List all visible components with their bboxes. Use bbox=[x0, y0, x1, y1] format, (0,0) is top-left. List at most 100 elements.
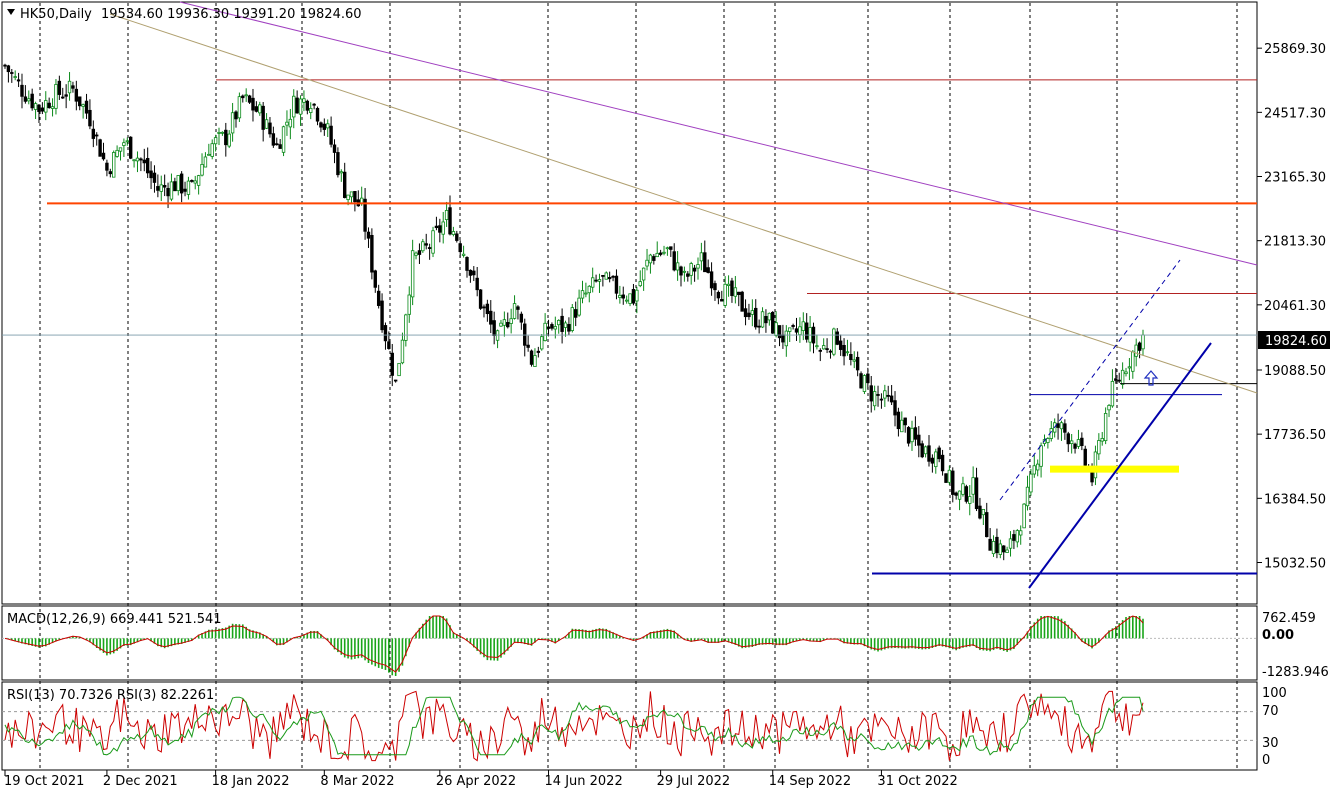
candle-body bbox=[404, 314, 408, 341]
candle-body bbox=[743, 308, 748, 318]
candle-body bbox=[509, 318, 513, 324]
candle-body bbox=[526, 344, 530, 348]
candle-body bbox=[74, 88, 79, 102]
candle-body bbox=[1137, 342, 1142, 351]
candle-body bbox=[261, 105, 265, 130]
candle-body bbox=[516, 306, 520, 310]
candle-body bbox=[339, 171, 344, 174]
candle-body bbox=[624, 299, 629, 302]
rsi-tick-100: 100 bbox=[1262, 686, 1287, 701]
candle-body bbox=[821, 345, 826, 350]
candle-body bbox=[906, 427, 911, 444]
candle-body bbox=[472, 270, 476, 276]
candle-body bbox=[407, 294, 411, 315]
candle-body bbox=[940, 454, 945, 472]
candle-body bbox=[536, 350, 541, 353]
candle-body bbox=[50, 106, 55, 109]
candle-body bbox=[298, 98, 303, 115]
candle-body bbox=[319, 122, 323, 128]
candle-body bbox=[390, 352, 394, 376]
price-chart[interactable]: 25869.30 24517.30 23165.30 21813.30 20461.30… bbox=[0, 0, 1337, 795]
candle-body bbox=[1019, 530, 1023, 536]
candle-body bbox=[54, 84, 58, 109]
candle-body bbox=[529, 350, 534, 365]
candle-body bbox=[1083, 448, 1087, 466]
candle-body bbox=[1022, 503, 1026, 529]
y-tick-label: 16384.50 bbox=[1264, 492, 1326, 507]
candle-body bbox=[1110, 381, 1115, 407]
candle-body bbox=[638, 281, 642, 287]
y-tick-label: 25869.30 bbox=[1264, 42, 1326, 57]
candle-body bbox=[1080, 437, 1084, 446]
candle-body bbox=[346, 194, 350, 201]
candle-body bbox=[862, 375, 867, 392]
y-tick-label: 23165.30 bbox=[1264, 171, 1326, 186]
candle-body bbox=[628, 293, 632, 304]
candle-body bbox=[590, 277, 595, 288]
candle-body bbox=[186, 180, 191, 195]
candle-body bbox=[224, 129, 228, 146]
macd-tick-top: 762.459 bbox=[1262, 611, 1316, 626]
candle-body bbox=[546, 326, 551, 329]
candle-body bbox=[397, 362, 401, 377]
candle-body bbox=[91, 128, 96, 139]
candle-body bbox=[512, 303, 517, 319]
candle-body bbox=[230, 112, 235, 134]
candle-body bbox=[733, 287, 738, 297]
candle-body bbox=[818, 349, 822, 352]
candle-body bbox=[292, 95, 296, 118]
symbol-label: HK50,Daily bbox=[20, 7, 92, 22]
candle-body bbox=[30, 93, 34, 109]
candle-body bbox=[777, 325, 782, 339]
candle-body bbox=[618, 294, 622, 298]
y-tick-label: 24517.30 bbox=[1264, 106, 1326, 121]
candle-body bbox=[200, 164, 204, 176]
candle-body bbox=[67, 80, 72, 94]
candle-body bbox=[207, 153, 211, 156]
candle-body bbox=[570, 307, 575, 331]
candle-body bbox=[658, 252, 663, 255]
candle-body bbox=[913, 427, 918, 440]
candle-body bbox=[781, 334, 785, 343]
candle-body bbox=[692, 267, 697, 272]
candle-body bbox=[183, 188, 187, 192]
candle-body bbox=[40, 107, 45, 112]
candle-body bbox=[332, 144, 337, 153]
candle-body bbox=[869, 385, 873, 402]
candle-body bbox=[1005, 549, 1009, 553]
candle-body bbox=[23, 96, 28, 102]
candle-body bbox=[326, 123, 330, 129]
candle-body bbox=[251, 97, 255, 111]
x-tick-label: 29 Jul 2022 bbox=[657, 774, 731, 789]
candle-body bbox=[95, 134, 99, 137]
x-tick-label: 8 Mar 2022 bbox=[320, 774, 394, 789]
candle-body bbox=[584, 292, 588, 295]
x-tick-label: 19 Oct 2021 bbox=[4, 774, 84, 789]
candle-body bbox=[838, 340, 843, 350]
candle-body bbox=[244, 94, 248, 97]
y-tick-label: 19088.50 bbox=[1264, 364, 1326, 379]
candle-body bbox=[760, 311, 765, 328]
candle-body bbox=[101, 152, 106, 160]
candle-body bbox=[254, 106, 259, 112]
candle-body bbox=[1103, 413, 1108, 442]
y-axis: 25869.30 24517.30 23165.30 21813.30 20461.30… bbox=[1257, 42, 1326, 571]
candle-body bbox=[448, 207, 452, 235]
candle-body bbox=[930, 457, 935, 464]
candle-body bbox=[883, 390, 887, 399]
candle-body bbox=[478, 289, 483, 309]
candle-body bbox=[115, 149, 119, 157]
candle-body bbox=[920, 443, 924, 458]
candle-body bbox=[740, 291, 744, 312]
candle-body bbox=[703, 252, 707, 273]
candle-body bbox=[400, 339, 405, 364]
candle-body bbox=[482, 306, 486, 309]
candle-body bbox=[27, 98, 31, 102]
candle-body bbox=[567, 324, 571, 332]
candle-body bbox=[737, 291, 741, 295]
candle-body bbox=[951, 470, 955, 495]
candle-body bbox=[988, 538, 992, 551]
candle-body bbox=[305, 100, 310, 111]
candle-body bbox=[275, 143, 279, 146]
candle-body bbox=[37, 104, 41, 112]
